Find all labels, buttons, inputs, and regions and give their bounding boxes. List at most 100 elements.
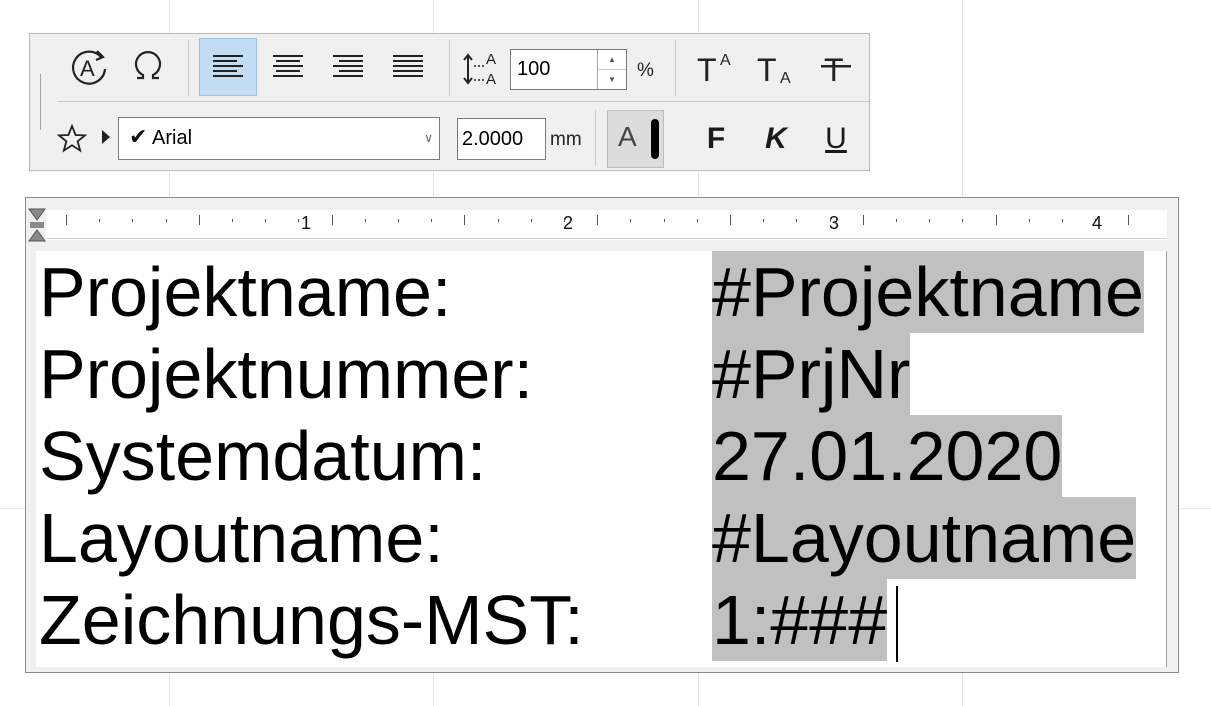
align-justify-button[interactable] — [379, 38, 437, 96]
toolbar-separator — [449, 40, 450, 96]
ruler-tick — [99, 219, 100, 222]
field-label: Zeichnungs-MST: — [39, 581, 584, 659]
omega-icon — [134, 51, 162, 80]
star-icon — [56, 123, 88, 153]
ruler-number: 3 — [829, 213, 840, 233]
align-justify-icon — [393, 55, 423, 77]
favorites-expand-arrow-icon[interactable] — [102, 130, 110, 144]
align-right-icon — [333, 55, 363, 77]
ruler-tick — [697, 219, 698, 222]
field-label: Systemdatum: — [39, 417, 487, 495]
align-right-button[interactable] — [319, 38, 377, 96]
align-left-button[interactable] — [199, 38, 257, 96]
font-size-value[interactable]: 2.0000 — [462, 119, 523, 159]
ruler-tick — [464, 215, 465, 225]
ruler-tick — [597, 215, 598, 225]
ruler-tick — [431, 219, 432, 222]
line-spacing-icon: A A — [463, 51, 496, 88]
ruler[interactable]: 1 2 3 4 — [46, 210, 1167, 240]
field-label: Layoutname: — [39, 499, 444, 577]
subscript-icon: T A — [757, 52, 791, 87]
font-family-value: Arial — [152, 127, 193, 149]
ruler-tick — [498, 219, 499, 222]
svg-text:A: A — [780, 70, 791, 87]
rotate-text-icon: A — [71, 50, 107, 85]
ruler-tick — [863, 215, 864, 225]
ruler-tick — [1062, 219, 1063, 222]
ruler-tick — [996, 215, 997, 225]
ruler-axis — [46, 238, 1167, 239]
ruler-tick — [896, 219, 897, 222]
autotext-value[interactable]: #Layoutname — [712, 497, 1137, 579]
ruler-tick — [730, 215, 731, 225]
line-spacing-field[interactable]: 100 ▲ ▼ — [510, 49, 627, 90]
text-editor-window: 1 2 3 4 Projektname: #Projektname Projek… — [25, 197, 1179, 673]
font-family-select[interactable]: ✔ Arial ∨ — [118, 117, 440, 160]
text-color-swatch — [651, 119, 659, 159]
toolbar-row-divider — [57, 101, 869, 102]
ruler-tick — [332, 215, 333, 225]
chevron-down-icon[interactable]: ▼ — [598, 70, 626, 89]
italic-button[interactable]: K — [748, 110, 804, 168]
special-character-button[interactable] — [119, 38, 177, 96]
ruler-tick — [796, 219, 797, 222]
ruler-tick — [265, 219, 266, 222]
font-size-unit: mm — [550, 129, 582, 150]
font-size-field[interactable]: 2.0000 — [457, 118, 546, 160]
autotext-value[interactable]: #Projektname — [712, 251, 1144, 333]
svg-text:T: T — [697, 52, 717, 87]
toolbar-grip[interactable] — [40, 74, 41, 130]
ruler-number: 2 — [563, 213, 574, 233]
line-spacing-value[interactable]: 100 — [517, 50, 550, 89]
ruler-tick — [398, 219, 399, 222]
ruler-tick — [166, 219, 167, 222]
ruler-tick — [298, 219, 299, 222]
superscript-button[interactable]: T A — [688, 38, 746, 96]
ruler-tick — [664, 219, 665, 222]
favorites-button[interactable] — [52, 110, 92, 168]
ruler-tick — [1029, 219, 1030, 222]
field-label: Projektname: — [39, 253, 452, 331]
field-label: Projektnummer: — [39, 335, 534, 413]
svg-text:A: A — [486, 51, 496, 68]
text-cursor — [896, 586, 898, 662]
strikethrough-button[interactable]: T — [808, 38, 866, 96]
ruler-tick — [531, 219, 532, 222]
ruler-tick — [929, 219, 930, 222]
chevron-down-icon: ∨ — [424, 131, 433, 145]
svg-text:T: T — [757, 52, 777, 87]
autotext-value[interactable]: 27.01.2020 — [712, 415, 1063, 497]
text-color-button[interactable]: A — [607, 110, 664, 168]
line-spacing-stepper[interactable]: ▲ ▼ — [597, 50, 626, 89]
autotext-value[interactable]: 1:### — [712, 579, 888, 661]
subscript-button[interactable]: T A — [748, 38, 806, 96]
ruler-tick — [232, 219, 233, 222]
strikethrough-icon: T — [821, 52, 851, 87]
indent-marker-icon[interactable] — [28, 208, 46, 242]
text-format-toolbar: A A A 100 ▲ ▼ % T A T A T ✔ Arial ∨ 2.00… — [29, 33, 870, 171]
ruler-tick — [66, 215, 67, 225]
rotate-text-button[interactable]: A — [60, 38, 118, 96]
chevron-up-icon[interactable]: ▲ — [598, 50, 626, 70]
ruler-number: 4 — [1092, 213, 1103, 233]
svg-text:A: A — [720, 52, 731, 69]
ruler-tick — [1128, 215, 1129, 225]
line-spacing-unit: % — [637, 60, 654, 81]
superscript-icon: T A — [697, 52, 731, 87]
ruler-tick — [962, 219, 963, 222]
align-left-icon — [213, 55, 243, 77]
ruler-tick — [199, 215, 200, 225]
text-edit-area[interactable]: Projektname: #Projektname Projektnummer:… — [36, 251, 1167, 667]
ruler-tick — [365, 219, 366, 222]
align-center-button[interactable] — [259, 38, 317, 96]
toolbar-separator — [188, 40, 189, 96]
checkmark-icon: ✔ — [129, 124, 148, 149]
underline-button[interactable]: U — [808, 110, 864, 168]
svg-text:A: A — [486, 71, 496, 88]
toolbar-separator — [595, 110, 596, 166]
bold-button[interactable]: F — [688, 110, 744, 168]
autotext-value[interactable]: #PrjNr — [712, 333, 911, 415]
svg-text:T: T — [824, 52, 844, 87]
ruler-tick — [763, 219, 764, 222]
ruler-number: 1 — [301, 213, 312, 233]
